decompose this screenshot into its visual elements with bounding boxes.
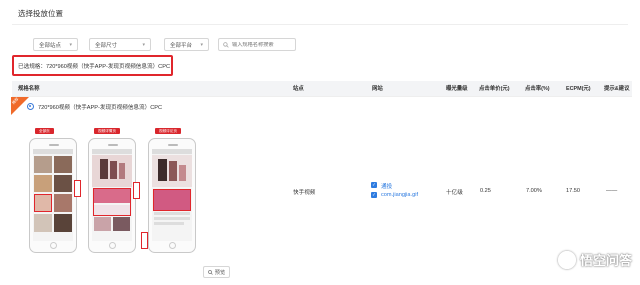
feed-screenshot (33, 149, 73, 241)
row-tips: —— (606, 188, 618, 194)
title-divider (12, 24, 628, 25)
search-box[interactable] (218, 38, 296, 51)
chevron-down-icon: ▾ (200, 41, 203, 48)
size-filter-value: 全部尺寸 (95, 42, 118, 49)
row-divider (12, 96, 632, 97)
watermark: 悟空问答 (557, 250, 632, 269)
row-exposure: 十亿级 (446, 190, 463, 196)
phone3-callout (141, 232, 148, 249)
site-filter-value: 全部站点 (39, 42, 62, 49)
page-title: 选择投放位置 (18, 9, 63, 18)
spec-radio[interactable] (27, 103, 34, 110)
phone-tag-comment: 视频评论页 (155, 128, 181, 134)
phone-tag-detail: 视频详情页 (94, 128, 120, 134)
col-ctr: 点击率(%) (525, 86, 550, 92)
col-tips: 提示&建议 (604, 86, 630, 92)
website-link-app[interactable]: com.jiangjia.gif (381, 192, 418, 198)
website-checkbox-app[interactable]: ✓ (371, 192, 377, 198)
phone-mockup-detail (88, 138, 136, 253)
row-ecpm: 17.50 (566, 188, 580, 194)
preview-label: 预览 (214, 269, 226, 276)
site-filter-select[interactable]: 全部站点 ▾ (33, 38, 78, 51)
row-site: 快手视频 (293, 190, 316, 196)
chevron-down-icon: ▾ (142, 41, 145, 48)
platform-filter-value: 全部平台 (170, 42, 193, 49)
platform-filter-select[interactable]: 全部平台 ▾ (164, 38, 209, 51)
website-checkbox-all[interactable]: ✓ (371, 182, 377, 188)
watermark-text: 悟空问答 (579, 253, 632, 268)
detail-screenshot (92, 149, 132, 241)
phone-tag-all: 全部页 (35, 128, 54, 134)
selected-spec-text: 已选规格：720*960视频（快手APP-发现页视频信息流）CPC (18, 63, 170, 70)
col-ecpm: ECPM(元) (566, 86, 591, 92)
phone-mockup-comment (148, 138, 196, 253)
search-icon (207, 269, 213, 275)
search-icon (223, 41, 229, 48)
phone1-callout (74, 180, 81, 197)
spec-name: 720*960视频（快手APP-发现页视频信息流）CPC (38, 105, 163, 111)
size-filter-select[interactable]: 全部尺寸 ▾ (89, 38, 151, 51)
phone2-callout (133, 182, 140, 199)
phone-mockup-feed (29, 138, 77, 253)
col-website: 网站 (372, 86, 383, 92)
website-link-all[interactable]: 通投 (381, 182, 392, 190)
chevron-down-icon: ▾ (69, 41, 72, 48)
wukong-logo-icon (557, 250, 576, 269)
selected-spec-box: 已选规格：720*960视频（快手APP-发现页视频信息流）CPC (12, 55, 173, 76)
col-spec-name: 规格名称 (18, 86, 40, 92)
row-ctr: 7.00% (526, 188, 542, 194)
search-input[interactable] (232, 41, 292, 48)
col-exposure: 曝光量级 (446, 86, 468, 92)
col-cpc: 点击单价(元) (479, 86, 510, 92)
row-cpc: 0.25 (480, 188, 491, 194)
col-site: 站点 (293, 86, 304, 92)
comment-screenshot (152, 149, 192, 241)
preview-button[interactable]: 预览 (203, 266, 230, 278)
